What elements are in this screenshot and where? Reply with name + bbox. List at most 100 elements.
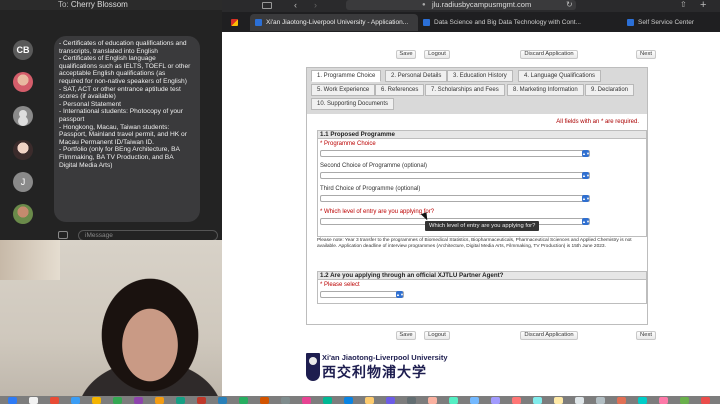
- contact-avatar-generic[interactable]: [13, 106, 33, 126]
- logout-button[interactable]: Logout: [424, 50, 450, 59]
- dock-app-icon[interactable]: [155, 397, 164, 404]
- dock-app-icon[interactable]: [386, 397, 395, 404]
- dock-app-icon[interactable]: [92, 397, 101, 404]
- dock-app-icon[interactable]: [449, 397, 458, 404]
- message-text-line: Passport, Mainland travel permit, and HK…: [59, 131, 187, 139]
- browser-toolbar: ‹ › ● jlu.radiusbycampusmgmt.com ↻ ⇧ +: [222, 0, 720, 12]
- sidebar-toggle-icon[interactable]: [262, 2, 272, 9]
- dock-app-icon[interactable]: [50, 397, 59, 404]
- tab-label: Self Service Center: [638, 19, 694, 26]
- chevron-down-icon: ▲▼: [582, 172, 590, 179]
- tab-language-qualifications[interactable]: 4. Language Qualifications: [518, 70, 602, 82]
- tab-work-experience[interactable]: 5. Work Experience: [311, 84, 376, 96]
- messages-app: To: Cherry Blossom CB J - Certificates o…: [0, 0, 222, 254]
- dock-app-icon[interactable]: [260, 397, 269, 404]
- recipient-field[interactable]: To: Cherry Blossom: [58, 0, 128, 9]
- tab-xjtlu-application[interactable]: Xi'an Jiaotong-Liverpool University - Ap…: [250, 14, 418, 31]
- tab-label: Xi'an Jiaotong-Liverpool University - Ap…: [266, 19, 409, 26]
- tab-marketing-information[interactable]: 8. Marketing Information: [507, 84, 584, 96]
- reload-icon[interactable]: ↻: [566, 0, 573, 10]
- web-page: Save Logout Discard Application Next 1. …: [222, 32, 720, 396]
- tab-supporting-documents[interactable]: 10. Supporting Documents: [311, 98, 395, 110]
- dock-app-icon[interactable]: [638, 397, 647, 404]
- dock-app-icon[interactable]: [491, 397, 500, 404]
- second-choice-label: Second Choice of Programme (optional): [320, 163, 428, 169]
- third-choice-label: Third Choice of Programme (optional): [320, 186, 421, 192]
- tab-gmail[interactable]: [226, 14, 248, 31]
- dock-app-icon[interactable]: [8, 397, 17, 404]
- dock-app-icon[interactable]: [113, 397, 122, 404]
- share-icon[interactable]: ⇧: [680, 0, 687, 10]
- contact-avatar[interactable]: [13, 72, 33, 92]
- dock-app-icon[interactable]: [680, 397, 689, 404]
- app-store-icon[interactable]: [58, 231, 68, 239]
- tab-self-service[interactable]: Self Service Center: [622, 14, 718, 31]
- dock-app-icon[interactable]: [239, 397, 248, 404]
- dock-app-icon[interactable]: [323, 397, 332, 404]
- contact-avatar[interactable]: [13, 204, 33, 224]
- dock-app-icon[interactable]: [470, 397, 479, 404]
- chevron-down-icon: ▲▼: [582, 150, 590, 157]
- chevron-down-icon: ▲▼: [582, 218, 590, 225]
- next-button[interactable]: Next: [636, 50, 656, 59]
- logout-button-bottom[interactable]: Logout: [424, 331, 450, 340]
- dock-app-icon[interactable]: [617, 397, 626, 404]
- partner-agent-select[interactable]: ▲▼: [320, 291, 404, 298]
- top-button-row: Save Logout Discard Application Next: [222, 50, 720, 60]
- dock-app-icon[interactable]: [197, 397, 206, 404]
- dock-app-icon[interactable]: [71, 397, 80, 404]
- dock-app-icon[interactable]: [302, 397, 311, 404]
- dock-app-icon[interactable]: [428, 397, 437, 404]
- forward-arrow-icon[interactable]: ›: [314, 0, 317, 10]
- screen: To: Cherry Blossom CB J - Certificates o…: [0, 0, 720, 404]
- dock-app-icon[interactable]: [659, 397, 668, 404]
- message-text-line: - Certificates of English language: [59, 55, 156, 63]
- dock-app-icon[interactable]: [281, 397, 290, 404]
- message-text-line: - Personal Statement: [59, 100, 121, 108]
- programme-choice-select[interactable]: ▲▼: [320, 150, 590, 157]
- tab-programme-choice[interactable]: 1. Programme Choice: [311, 70, 382, 82]
- dock-app-icon[interactable]: [134, 397, 143, 404]
- macos-dock: [0, 396, 720, 404]
- dock-app-icon[interactable]: [596, 397, 605, 404]
- tab-scholarships-fees[interactable]: 7. Scholarships and Fees: [425, 84, 505, 96]
- dock-app-icon[interactable]: [533, 397, 542, 404]
- back-arrow-icon[interactable]: ‹: [294, 0, 297, 10]
- application-form: 1. Programme Choice 2. Personal Details …: [306, 67, 648, 325]
- avatar-initials: J: [20, 177, 26, 187]
- dock-app-icon[interactable]: [512, 397, 521, 404]
- tab-references[interactable]: 6. References: [375, 84, 425, 96]
- message-text-line: passport: [59, 115, 85, 123]
- dock-app-icon[interactable]: [554, 397, 563, 404]
- tab-declaration[interactable]: 9. Declaration: [585, 84, 635, 96]
- note-line: Please note: Year 3 transfer to the prog…: [317, 238, 632, 243]
- dock-app-icon[interactable]: [701, 397, 710, 404]
- tab-data-science[interactable]: Data Science and Big Data Technology wit…: [418, 14, 586, 31]
- contact-avatar[interactable]: [13, 140, 33, 160]
- message-bubble[interactable]: - Certificates of education qualificatio…: [54, 36, 200, 222]
- please-select-label: * Please select: [320, 282, 360, 288]
- discard-application-button[interactable]: Discard Application: [520, 50, 578, 59]
- tab-bar: Xi'an Jiaotong-Liverpool University - Ap…: [222, 12, 720, 32]
- contact-avatar-cb[interactable]: CB: [13, 40, 33, 60]
- new-tab-icon[interactable]: +: [700, 0, 706, 11]
- tab-personal-details[interactable]: 2. Personal Details: [385, 70, 448, 82]
- dock-app-icon[interactable]: [344, 397, 353, 404]
- save-button[interactable]: Save: [396, 50, 416, 59]
- next-button-bottom[interactable]: Next: [636, 331, 656, 340]
- form-tabs: 1. Programme Choice 2. Personal Details …: [307, 68, 647, 114]
- dock-app-icon[interactable]: [29, 397, 38, 404]
- second-choice-select[interactable]: ▲▼: [320, 172, 590, 179]
- dock-app-icon[interactable]: [176, 397, 185, 404]
- discard-application-button-bottom[interactable]: Discard Application: [520, 331, 578, 340]
- dock-app-icon[interactable]: [365, 397, 374, 404]
- dock-app-icon[interactable]: [575, 397, 584, 404]
- tab-education-history[interactable]: 3. Education History: [447, 70, 513, 82]
- dock-app-icon[interactable]: [218, 397, 227, 404]
- university-crest-icon: [306, 353, 320, 381]
- save-button-bottom[interactable]: Save: [396, 331, 416, 340]
- dock-app-icon[interactable]: [407, 397, 416, 404]
- contact-avatar-j[interactable]: J: [13, 172, 33, 192]
- url-text[interactable]: jlu.radiusbycampusmgmt.com: [432, 0, 531, 10]
- third-choice-select[interactable]: ▲▼: [320, 195, 590, 202]
